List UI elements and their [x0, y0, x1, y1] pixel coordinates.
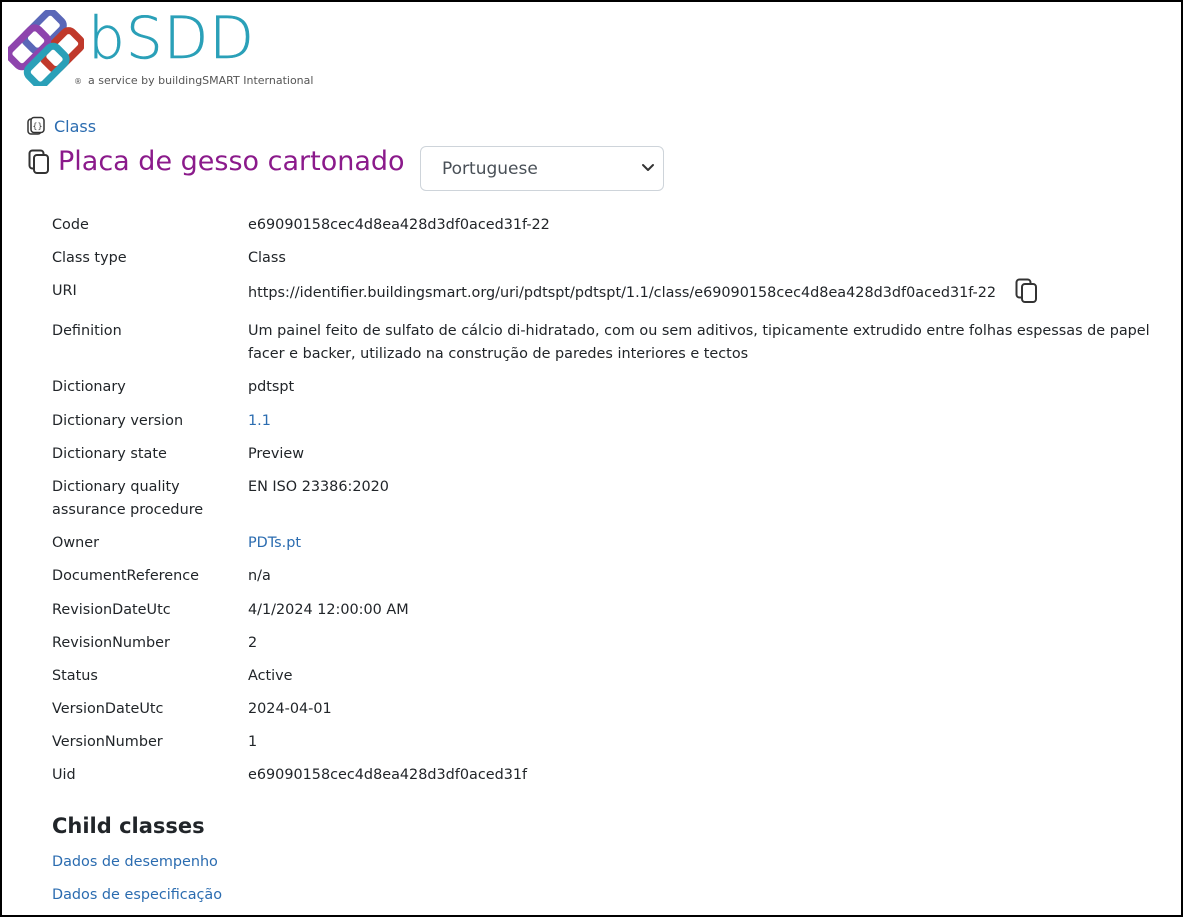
properties-table: Code e69090158cec4d8ea428d3df0aced31f-22…	[52, 214, 1172, 787]
property-value: Preview	[248, 446, 305, 462]
property-value: n/a	[248, 568, 271, 584]
title-row: Placa de gesso cartonado	[28, 146, 405, 177]
property-row-dictionary: Dictionary pdtspt	[52, 376, 1172, 399]
breadcrumb: {} Class	[26, 116, 96, 136]
property-value: e69090158cec4d8ea428d3df0aced31f-22	[248, 217, 550, 233]
property-value: 2024-04-01	[248, 701, 332, 717]
child-class-link[interactable]: Dados de desempenho	[52, 854, 218, 870]
property-key: Owner	[52, 535, 99, 551]
property-value: 1.1	[248, 410, 1172, 433]
property-value: Um painel feito de sulfato de cálcio di-…	[248, 323, 1150, 362]
page-frame: bSDD ® a service by buildingSMART Interna…	[0, 0, 1183, 917]
property-value: e69090158cec4d8ea428d3df0aced31f	[248, 767, 528, 783]
property-row-version-number: VersionNumber 1	[52, 731, 1172, 754]
property-key: RevisionNumber	[52, 635, 170, 651]
property-row-definition: Definition Um painel feito de sulfato de…	[52, 320, 1172, 366]
property-key: Dictionary state	[52, 446, 167, 462]
brand-name: bSDD	[88, 4, 255, 73]
property-key: Status	[52, 668, 98, 684]
property-value: Class	[248, 250, 286, 266]
property-key: Class type	[52, 250, 127, 266]
class-icon: {}	[27, 116, 45, 135]
page-title: Placa de gesso cartonado	[58, 146, 405, 177]
property-key: URI	[52, 283, 77, 299]
registered-mark: ®	[74, 77, 82, 86]
property-key: Dictionary	[52, 379, 126, 395]
breadcrumb-class-link[interactable]: Class	[54, 117, 96, 136]
property-key: Uid	[52, 767, 76, 783]
child-class-link[interactable]: Dados de especificação	[52, 887, 222, 903]
property-value: 4/1/2024 12:00:00 AM	[248, 602, 409, 618]
property-row-status: Status Active	[52, 665, 1172, 688]
property-row-revision-date: RevisionDateUtc 4/1/2024 12:00:00 AM	[52, 599, 1172, 622]
uri-text: https://identifier.buildingsmart.org/uri…	[248, 285, 997, 301]
property-row-revision-number: RevisionNumber 2	[52, 632, 1172, 655]
property-row-document-reference: DocumentReference n/a	[52, 565, 1172, 588]
property-value: https://identifier.buildingsmart.org/uri…	[248, 278, 1172, 306]
property-key: VersionNumber	[52, 734, 163, 750]
property-row-uri: URI https://identifier.buildingsmart.org…	[52, 278, 1172, 306]
dictionary-version-link[interactable]: 1.1	[248, 413, 271, 429]
property-key: Code	[52, 217, 89, 233]
property-value: PDTs.pt	[248, 532, 1172, 555]
property-row-code: Code e69090158cec4d8ea428d3df0aced31f-22	[52, 214, 1172, 237]
property-value: 1	[248, 734, 258, 750]
child-classes-heading: Child classes	[52, 814, 205, 838]
chevron-down-icon	[642, 164, 654, 171]
language-select[interactable]: Portuguese	[420, 146, 664, 191]
property-key: Dictionary version	[52, 413, 184, 429]
language-select-value: Portuguese	[442, 158, 538, 179]
property-key: RevisionDateUtc	[52, 602, 171, 618]
property-row-uid: Uid e69090158cec4d8ea428d3df0aced31f	[52, 764, 1172, 787]
tagline-text: a service by buildingSMART International	[88, 74, 314, 87]
property-row-dictionary-state: Dictionary state Preview	[52, 443, 1172, 466]
property-key: VersionDateUtc	[52, 701, 164, 717]
copy-icon[interactable]	[28, 149, 50, 175]
property-value: pdtspt	[248, 379, 295, 395]
property-row-quality-procedure: Dictionary quality assurance procedure E…	[52, 476, 1172, 522]
brand-tagline: ® a service by buildingSMART Internationa…	[74, 74, 313, 87]
property-row-dictionary-version: Dictionary version 1.1	[52, 410, 1172, 433]
property-value: 2	[248, 635, 258, 651]
property-row-owner: Owner PDTs.pt	[52, 532, 1172, 555]
buildingsmart-knot-icon	[8, 10, 84, 86]
property-value: EN ISO 23386:2020	[248, 479, 389, 495]
owner-link[interactable]: PDTs.pt	[248, 535, 301, 551]
property-row-class-type: Class type Class	[52, 247, 1172, 270]
property-key: Definition	[52, 323, 122, 339]
copy-uri-icon[interactable]	[1015, 278, 1039, 304]
property-key: DocumentReference	[52, 568, 200, 584]
svg-text:{}: {}	[32, 122, 42, 131]
property-key: Dictionary quality assurance procedure	[52, 479, 204, 518]
bsdd-logo[interactable]: bSDD ® a service by buildingSMART Interna…	[8, 4, 328, 90]
property-value: Active	[248, 668, 293, 684]
property-row-version-date: VersionDateUtc 2024-04-01	[52, 698, 1172, 721]
